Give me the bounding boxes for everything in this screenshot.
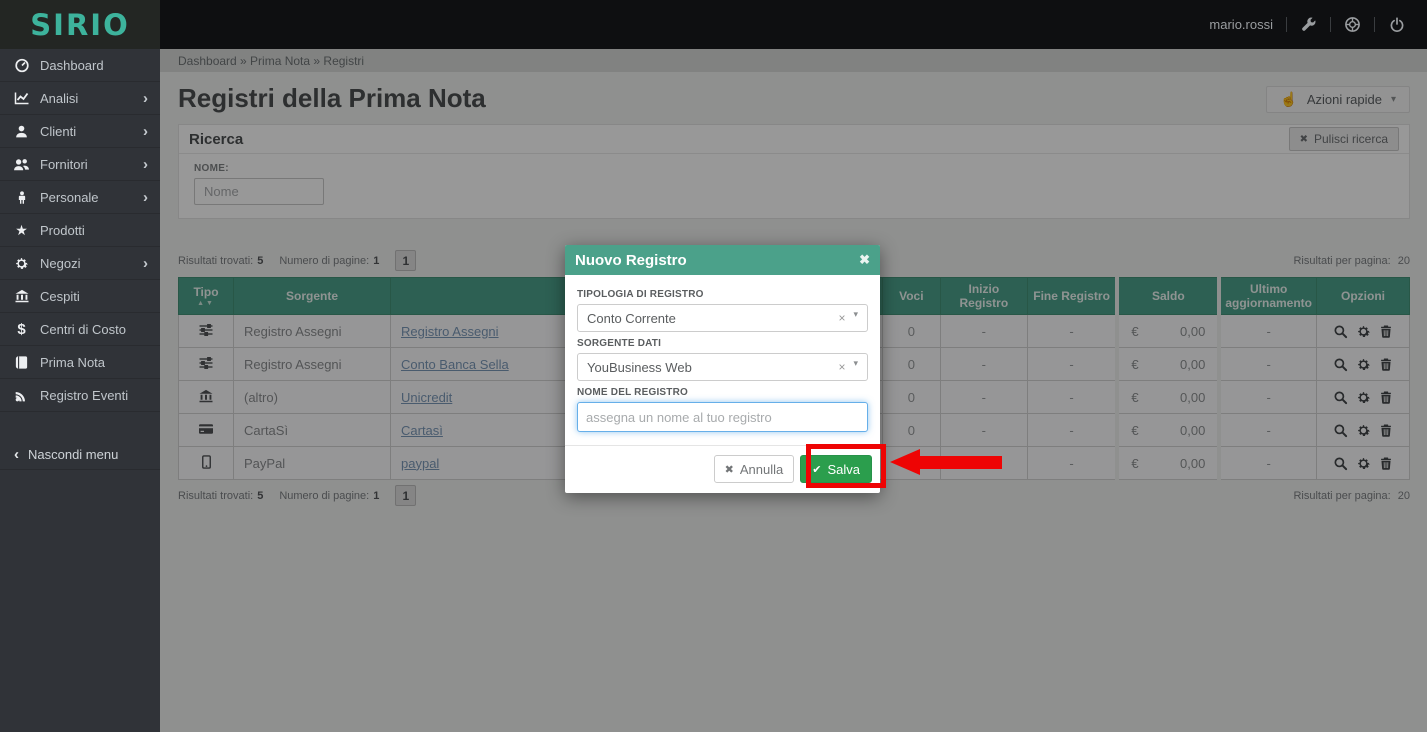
sorgente-dati-select[interactable]: YouBusiness Web × ▾ bbox=[577, 353, 868, 381]
gear-icon bbox=[13, 255, 30, 272]
chevron-right-icon: › bbox=[143, 124, 148, 139]
collapse-menu-label: Nascondi menu bbox=[28, 447, 118, 462]
gauge-icon bbox=[13, 57, 30, 74]
sidebar-item-clienti[interactable]: Clienti › bbox=[0, 115, 160, 148]
sidebar-item-registro-eventi[interactable]: Registro Eventi bbox=[0, 379, 160, 412]
caret-down-icon: ▾ bbox=[853, 309, 858, 320]
sidebar-item-label: Dashboard bbox=[40, 58, 104, 73]
chevron-right-icon: › bbox=[143, 157, 148, 172]
tipologia-value: Conto Corrente bbox=[587, 311, 676, 326]
rss-icon bbox=[13, 387, 30, 404]
book-icon bbox=[13, 354, 30, 371]
user-icon bbox=[13, 123, 30, 140]
sorgente-dati-label: SORGENTE DATI bbox=[577, 338, 868, 349]
users-icon bbox=[13, 156, 30, 173]
sidebar-item-prima-nota[interactable]: Prima Nota bbox=[0, 346, 160, 379]
person-icon bbox=[13, 189, 30, 206]
modal-header: Nuovo Registro ✖ bbox=[565, 245, 880, 275]
sidebar-item-label: Personale bbox=[40, 190, 99, 205]
sidebar-item-label: Clienti bbox=[40, 124, 76, 139]
modal-title: Nuovo Registro bbox=[575, 252, 687, 269]
sidebar-item-label: Negozi bbox=[40, 256, 80, 271]
chevron-right-icon: › bbox=[143, 190, 148, 205]
sidebar-item-label: Fornitori bbox=[40, 157, 88, 172]
check-icon: ✔ bbox=[812, 463, 821, 476]
topbar-right: mario.rossi bbox=[1209, 16, 1427, 33]
close-icon: ✖ bbox=[725, 463, 734, 476]
sirio-logo: SIRIO bbox=[30, 8, 129, 42]
sidebar-item-personale[interactable]: Personale › bbox=[0, 181, 160, 214]
sidebar: Dashboard Analisi › Clienti › Fornitori … bbox=[0, 49, 160, 732]
topbar-divider bbox=[1330, 17, 1331, 32]
save-label: Salva bbox=[827, 462, 860, 477]
sidebar-item-prodotti[interactable]: ★ Prodotti bbox=[0, 214, 160, 247]
chevron-right-icon: › bbox=[143, 91, 148, 106]
nome-registro-label: NOME DEL REGISTRO bbox=[577, 387, 868, 398]
sidebar-item-label: Prima Nota bbox=[40, 355, 105, 370]
life-ring-icon[interactable] bbox=[1344, 16, 1361, 33]
topbar-divider bbox=[1286, 17, 1287, 32]
line-chart-icon bbox=[13, 90, 30, 107]
new-register-modal: Nuovo Registro ✖ TIPOLOGIA DI REGISTRO C… bbox=[565, 245, 880, 493]
username[interactable]: mario.rossi bbox=[1209, 17, 1273, 32]
tipologia-select[interactable]: Conto Corrente × ▾ bbox=[577, 304, 868, 332]
power-icon[interactable] bbox=[1388, 16, 1405, 33]
bank-icon bbox=[13, 288, 30, 305]
tipologia-label: TIPOLOGIA DI REGISTRO bbox=[577, 289, 868, 300]
sidebar-item-label: Centri di Costo bbox=[40, 322, 126, 337]
modal-footer: ✖ Annulla ✔ Salva bbox=[565, 445, 880, 493]
sidebar-item-cespiti[interactable]: Cespiti bbox=[0, 280, 160, 313]
cancel-button[interactable]: ✖ Annulla bbox=[714, 455, 795, 483]
cancel-label: Annulla bbox=[740, 462, 783, 477]
sidebar-item-fornitori[interactable]: Fornitori › bbox=[0, 148, 160, 181]
register-name-input[interactable] bbox=[577, 402, 868, 432]
sidebar-item-analisi[interactable]: Analisi › bbox=[0, 82, 160, 115]
sidebar-item-negozi[interactable]: Negozi › bbox=[0, 247, 160, 280]
topbar-divider bbox=[1374, 17, 1375, 32]
clear-selection-icon[interactable]: × bbox=[838, 360, 845, 374]
sidebar-item-label: Analisi bbox=[40, 91, 78, 106]
chevron-left-icon: ‹ bbox=[14, 446, 19, 463]
caret-down-icon: ▾ bbox=[853, 358, 858, 369]
modal-body: TIPOLOGIA DI REGISTRO Conto Corrente × ▾… bbox=[565, 275, 880, 432]
topbar: SIRIO mario.rossi bbox=[0, 0, 1427, 49]
chevron-right-icon: › bbox=[143, 256, 148, 271]
collapse-menu-button[interactable]: ‹ Nascondi menu bbox=[0, 440, 160, 470]
sidebar-item-label: Prodotti bbox=[40, 223, 85, 238]
main-content: Dashboard » Prima Nota » Registri Regist… bbox=[160, 49, 1427, 732]
save-button[interactable]: ✔ Salva bbox=[800, 455, 872, 483]
clear-selection-icon[interactable]: × bbox=[838, 311, 845, 325]
sidebar-item-label: Cespiti bbox=[40, 289, 80, 304]
sidebar-item-centri-di-costo[interactable]: $ Centri di Costo bbox=[0, 313, 160, 346]
star-icon: ★ bbox=[13, 222, 30, 239]
dollar-icon: $ bbox=[13, 321, 30, 338]
sidebar-item-label: Registro Eventi bbox=[40, 388, 128, 403]
close-icon[interactable]: ✖ bbox=[859, 252, 870, 268]
sidebar-item-dashboard[interactable]: Dashboard bbox=[0, 49, 160, 82]
wrench-icon[interactable] bbox=[1300, 16, 1317, 33]
logo-box[interactable]: SIRIO bbox=[0, 0, 160, 49]
sorgente-dati-value: YouBusiness Web bbox=[587, 360, 692, 375]
